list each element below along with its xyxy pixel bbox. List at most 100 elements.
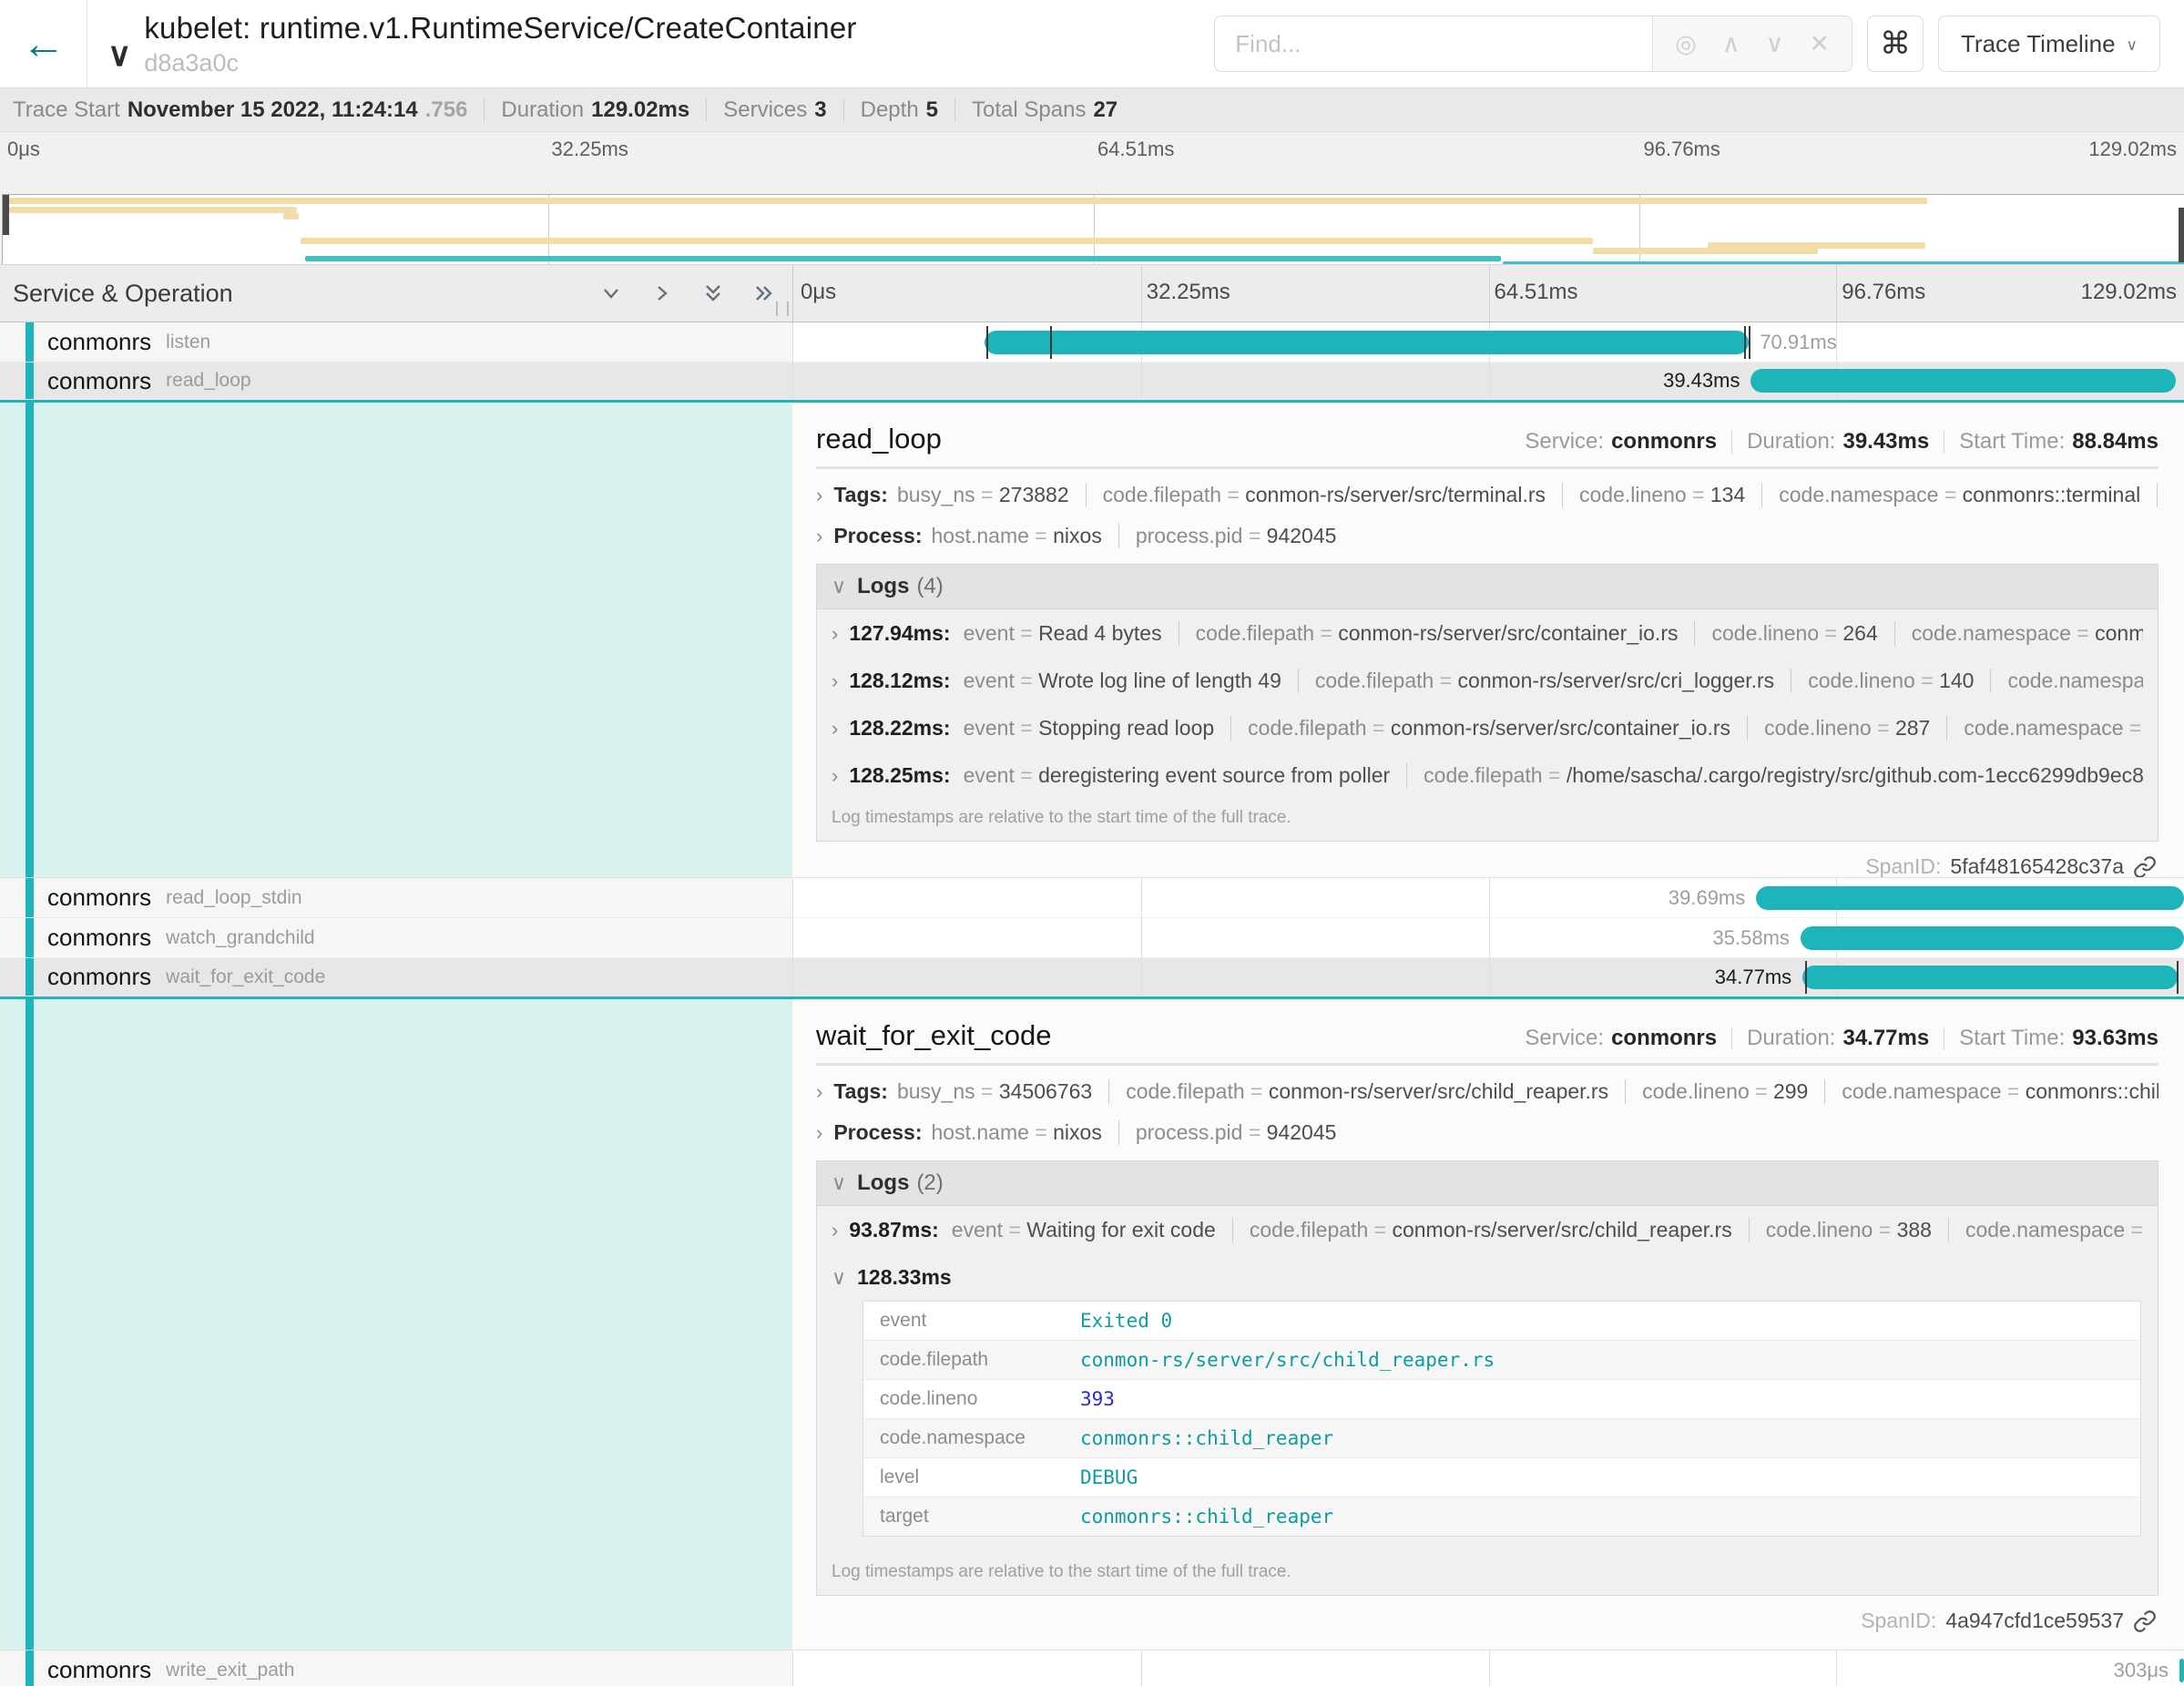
key-value-pair: code.filepath = conmon-rs/server/src/con… [1230,716,1730,741]
span-bar[interactable] [1802,966,2178,989]
tick-label: 0μs [801,280,836,305]
start-time-value: 93.63ms [2072,1026,2158,1051]
find-next-icon[interactable]: ∨ [1766,30,1784,58]
chevron-right-icon: › [832,1219,838,1242]
duration-label: Duration: [1747,1026,1835,1051]
find-group: ◎ ∧ ∨ ✕ [1214,15,1852,72]
service-name: conmonrs [47,963,151,991]
span-timeline-cell[interactable]: 39.69ms [792,878,2184,918]
divider [484,98,485,122]
log-marker-tick [1050,326,1052,359]
span-name-cell[interactable]: conmonrs watch_grandchild [0,918,792,958]
process-accordion[interactable]: › Process: host.name = nixosprocess.pid … [816,516,2158,557]
trace-summary-bar: Trace Start November 15 2022, 11:24:14.7… [0,87,2184,132]
copy-link-icon[interactable] [2133,855,2157,878]
log-entry[interactable]: ›128.12ms:event = Wrote log line of leng… [817,657,2158,704]
trace-timeline-page: ← ∨ kubelet: runtime.v1.RuntimeService/C… [0,0,2184,1686]
log-entry[interactable]: ›127.94ms:event = Read 4 bytescode.filep… [817,609,2158,657]
expand-all-icon[interactable] [752,281,776,305]
minimap-span-segment [305,256,1501,261]
service-label: Service: [1525,429,1604,455]
find-input[interactable] [1215,16,1652,71]
span-timeline-cell[interactable]: 303μs [792,1650,2184,1686]
log-entry[interactable]: ›128.22ms:event = Stopping read loopcode… [817,704,2158,751]
span-bar[interactable] [2179,1659,2184,1682]
log-marker-tick [986,326,988,359]
log-fields: event = Stopping read loopcode.filepath … [964,716,2143,741]
span-name-cell[interactable]: conmonrs write_exit_path [0,1650,792,1686]
trace-title: kubelet: runtime.v1.RuntimeService/Creat… [144,11,856,46]
trace-collapse-chevron-icon[interactable]: ∨ [107,36,131,74]
divider [816,466,2158,469]
log-marker-tick [1744,326,1746,359]
grid-line [1489,363,1490,399]
process-accordion[interactable]: › Process: host.name = nixosprocess.pid … [816,1112,2158,1153]
key-value-pair: code.namespace = conmonrs::child_reap... [1824,1079,2158,1104]
total-spans-value: 27 [1093,97,1118,123]
span-detail-panel: read_loop Service:conmonrs Duration:39.4… [792,403,2184,877]
back-arrow-icon: ← [22,20,66,68]
logs-accordion-header[interactable]: ∨ Logs (4) [817,565,2158,609]
span-timeline-cell[interactable]: 70.91ms [792,322,2184,363]
span-bar[interactable] [985,331,1749,354]
span-row-watch-grandchild: conmonrs watch_grandchild 35.58ms [0,918,2184,958]
span-timeline-cell[interactable]: 34.77ms [792,958,2184,996]
log-entry[interactable]: ›93.87ms:event = Waiting for exit codeco… [817,1206,2158,1253]
span-name-cell[interactable]: conmonrs wait_for_exit_code [0,958,792,996]
key-value-pair: code.lineno = 299 [1625,1079,1808,1104]
minimap-left-drag-handle[interactable] [3,195,9,235]
process-label: Process: [833,524,922,548]
key-value-pair: process.pid = 942045 [1118,1120,1337,1145]
log-entry[interactable]: ›128.25ms:event = deregistering event so… [817,751,2158,799]
key-value-pair: code.filepath = conmon-rs/server/src/cri… [1298,669,1774,693]
tags-accordion[interactable]: › Tags: busy_ns = 34506763code.filepath … [816,1071,2158,1112]
log-fields: event = deregistering event source from … [964,763,2143,788]
span-timeline-cell[interactable]: 39.43ms [792,363,2184,400]
duration-label: Duration [501,97,584,123]
key-value-pair: code.filepath = /home/sascha/.cargo/regi… [1406,763,2143,788]
services-value: 3 [814,97,826,123]
find-clear-icon[interactable]: ✕ [1809,30,1830,58]
match-target-icon[interactable]: ◎ [1675,30,1697,58]
span-name-cell[interactable]: conmonrs read_loop_stdin [0,878,792,918]
logs-accordion-header[interactable]: ∨ Logs (2) [817,1161,2158,1206]
log-marker-tick [1805,961,1807,994]
span-bar[interactable] [1750,369,2176,393]
tick-label: 32.25ms [1141,280,1230,305]
log-entry[interactable]: ∨128.33mseventExited 0code.filepathconmo… [817,1253,2158,1553]
span-timeline-cell[interactable]: 35.58ms [792,918,2184,958]
tags-accordion[interactable]: › Tags: busy_ns = 273882code.filepath = … [816,475,2158,516]
find-prev-icon[interactable]: ∧ [1722,30,1740,58]
span-bar[interactable] [1801,926,2184,950]
span-duration-label: 39.69ms [1669,886,1756,910]
collapse-one-icon[interactable] [599,281,623,305]
span-bar[interactable] [1756,886,2184,910]
divider [954,98,955,122]
key-value-pair: code.filepath = conmon-rs/server/src/ter… [1086,483,1546,507]
minimap-right-drag-handle[interactable] [2179,208,2184,262]
span-id-label: SpanID: [1861,1609,1936,1633]
depth-value: 5 [926,97,938,123]
chevron-right-icon: › [816,1080,822,1104]
keyboard-shortcuts-button[interactable]: ⌘ [1867,15,1924,72]
key-value-pair: busy_ns = 273882 [897,483,1069,507]
span-duration-label: 34.77ms [1715,966,1802,989]
key-value-pair: code.lineno = 287 [1747,716,1930,741]
log-fields: event = Waiting for exit codecode.filepa… [952,1218,2143,1242]
log-field-row: code.lineno393 [863,1380,2140,1419]
expand-one-icon[interactable] [650,281,674,305]
log-field-row: targetconmonrs::child_reaper [863,1497,2140,1536]
divider [843,98,844,122]
chevron-right-icon: › [832,717,838,741]
span-name-cell[interactable]: conmonrs listen [0,322,792,363]
collapse-all-icon[interactable] [701,281,725,305]
minimap-span-segment [1708,242,1926,249]
column-resize-handle[interactable] [776,301,789,316]
back-button[interactable]: ← [0,0,87,87]
operation-name: watch_grandchild [166,927,314,949]
logs-label: Logs [857,1170,909,1196]
copy-link-icon[interactable] [2133,1609,2157,1633]
view-selector-button[interactable]: Trace Timeline ∨ [1938,15,2160,72]
trace-start-value: November 15 2022, 11:24:14 [128,97,418,123]
span-name-cell[interactable]: conmonrs read_loop [0,363,792,400]
